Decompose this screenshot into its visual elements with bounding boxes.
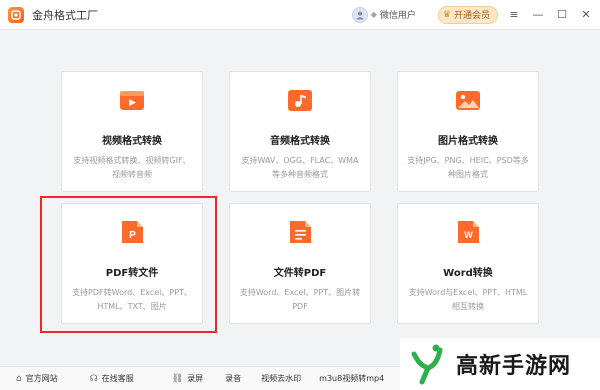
card-desc: 支持JPG、PNG、HEIC、PSD等多种图片格式 [407,156,529,179]
card-title: 图片格式转换 [438,136,498,147]
watermark-logo-icon [411,344,443,385]
title-bar: 金舟格式工厂 ◆ 微信用户 ♛ 开通会员 ≡ — ☐ ✕ [0,0,600,30]
official-website-link[interactable]: ⌂ 官方网站 [16,373,58,384]
image-icon [456,91,480,110]
card-title: 视频格式转换 [102,136,162,147]
audio-record-link[interactable]: 录音 [225,373,241,384]
card-audio-convert[interactable]: 音频格式转换 支持WAV、OGG、FLAC、WMA等多种音频格式 [229,71,371,192]
m3u8-convert-label: m3u8视频转mp4 [319,374,385,383]
main-content: 视频格式转换 支持视频格式转换、视频转GIF、视频转音频 音频格式转换 支持WA… [0,30,600,360]
video-icon [120,91,144,110]
card-word-convert[interactable]: W Word转换 支持Word与Excel、PPT、HTML相互转换 [397,203,539,324]
app-title: 金舟格式工厂 [32,8,98,22]
audio-record-label: 录音 [225,374,242,383]
link-icon: ⛓ [171,373,184,384]
watermark-remove-link[interactable]: 视频去水印 [261,373,301,384]
online-service-label: 在线客服 [101,374,134,383]
user-name[interactable]: 微信用户 [380,8,416,21]
card-title: PDF转文件 [105,268,159,279]
card-title: 音频格式转换 [270,136,330,147]
crown-icon: ♛ [442,9,451,20]
card-desc: 支持视频格式转换、视频转GIF、视频转音频 [73,156,191,179]
card-pdf-to-file[interactable]: P PDF转文件 支持PDF转Word、Excel、PPT、HTML、TXT、图… [61,203,203,324]
card-desc: 支持WAV、OGG、FLAC、WMA等多种音频格式 [241,156,359,179]
vip-badge-icon: ◆ [370,10,377,19]
card-video-convert[interactable]: 视频格式转换 支持视频格式转换、视频转GIF、视频转音频 [61,71,203,192]
card-desc: 支持PDF转Word、Excel、PPT、HTML、TXT、图片 [72,288,192,311]
open-vip-label: 开通会员 [453,11,490,21]
maximize-icon[interactable]: ☐ [554,7,570,23]
pdf-icon-glyph: P [129,230,136,241]
online-service-link[interactable]: ☊ 在线客服 [90,373,134,384]
open-vip-button[interactable]: ♛ 开通会员 [437,5,498,24]
screen-record-link[interactable]: ⛓ 录屏 [172,373,203,384]
watermark-remove-label: 视频去水印 [261,374,302,383]
m3u8-convert-link[interactable]: m3u8视频转mp4 [319,373,384,384]
menu-icon[interactable]: ≡ [506,7,522,23]
watermark-text: 高新手游网 [456,354,572,379]
avatar[interactable] [351,6,368,23]
card-desc: 支持Word与Excel、PPT、HTML相互转换 [408,288,528,311]
official-website-label: 官方网站 [25,374,58,383]
audio-icon [288,90,312,111]
word-icon: W [458,221,479,243]
card-desc: 支持Word、Excel、PPT、图片转PDF [239,288,361,311]
minimize-icon[interactable]: — [530,7,546,23]
card-image-convert[interactable]: 图片格式转换 支持JPG、PNG、HEIC、PSD等多种图片格式 [397,71,539,192]
card-title: 文件转PDF [273,268,327,279]
card-title: Word转换 [443,268,493,279]
headset-icon: ☊ [89,373,98,384]
home-icon: ⌂ [16,373,22,384]
card-file-to-pdf[interactable]: 文件转PDF 支持Word、Excel、PPT、图片转PDF [229,203,371,324]
word-icon-glyph: W [464,230,473,240]
site-watermark: 高新手游网 [400,338,600,390]
close-icon[interactable]: ✕ [578,7,594,23]
app-logo-icon [8,6,24,23]
pdf-icon: P [122,221,143,243]
file-to-pdf-icon [290,221,311,243]
screen-record-label: 录屏 [187,374,204,383]
